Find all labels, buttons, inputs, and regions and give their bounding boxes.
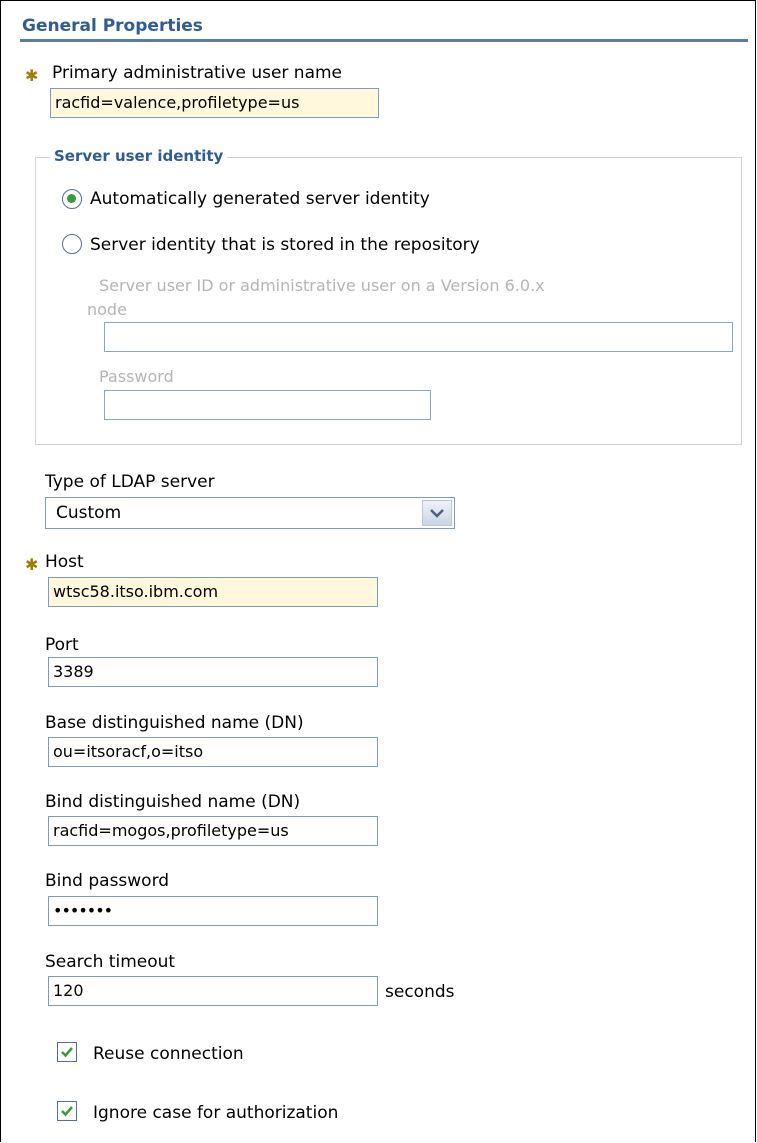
base-dn-label: Base distinguished name (DN) xyxy=(45,713,304,733)
ignore-case-label[interactable]: Ignore case for authorization xyxy=(93,1103,338,1123)
bind-password-input[interactable]: ••••••• xyxy=(48,896,378,926)
server-user-id-input[interactable] xyxy=(104,322,733,352)
radio-stored-repository-label[interactable]: Server identity that is stored in the re… xyxy=(90,235,480,255)
ldap-type-selected-value: Custom xyxy=(56,503,122,523)
host-label: Host xyxy=(45,552,84,572)
dropdown-button[interactable] xyxy=(422,500,452,526)
password-label: Password xyxy=(99,367,174,386)
section-title: General Properties xyxy=(22,16,203,36)
server-user-id-label-line2: node xyxy=(87,300,127,319)
host-input[interactable]: wtsc58.itso.ibm.com xyxy=(48,577,378,607)
primary-admin-input[interactable]: racfid=valence,profiletype=us xyxy=(50,88,379,118)
section-divider xyxy=(20,39,748,42)
port-label: Port xyxy=(45,635,79,655)
reuse-connection-label[interactable]: Reuse connection xyxy=(93,1044,244,1064)
checkmark-icon xyxy=(61,1106,73,1117)
ldap-type-select[interactable]: Custom xyxy=(45,497,455,529)
bind-dn-label: Bind distinguished name (DN) xyxy=(45,792,301,812)
server-identity-legend: Server user identity xyxy=(50,147,228,165)
password-input[interactable] xyxy=(104,390,431,420)
bind-password-label: Bind password xyxy=(45,871,170,891)
ldap-type-label: Type of LDAP server xyxy=(45,472,215,492)
required-asterisk-icon: ✱ xyxy=(25,66,39,85)
required-asterisk-icon: ✱ xyxy=(25,555,39,574)
radio-selected-dot xyxy=(67,194,76,203)
radio-auto-generated-label[interactable]: Automatically generated server identity xyxy=(90,189,430,209)
base-dn-input[interactable]: ou=itsoracf,o=itso xyxy=(48,737,378,767)
search-timeout-label: Search timeout xyxy=(45,952,176,972)
search-timeout-input[interactable]: 120 xyxy=(48,976,378,1006)
server-user-id-label: Server user ID or administrative user on… xyxy=(99,276,545,295)
ignore-case-checkbox[interactable] xyxy=(57,1101,77,1121)
chevron-down-icon xyxy=(430,509,444,518)
reuse-connection-checkbox[interactable] xyxy=(57,1042,77,1062)
bind-dn-input[interactable]: racfid=mogos,profiletype=us xyxy=(48,816,378,846)
checkmark-icon xyxy=(61,1047,73,1058)
radio-stored-repository[interactable] xyxy=(62,234,82,254)
primary-admin-label: Primary administrative user name xyxy=(52,63,343,83)
port-input[interactable]: 3389 xyxy=(48,657,378,687)
search-timeout-unit: seconds xyxy=(385,982,455,1002)
radio-auto-generated[interactable] xyxy=(62,189,82,209)
